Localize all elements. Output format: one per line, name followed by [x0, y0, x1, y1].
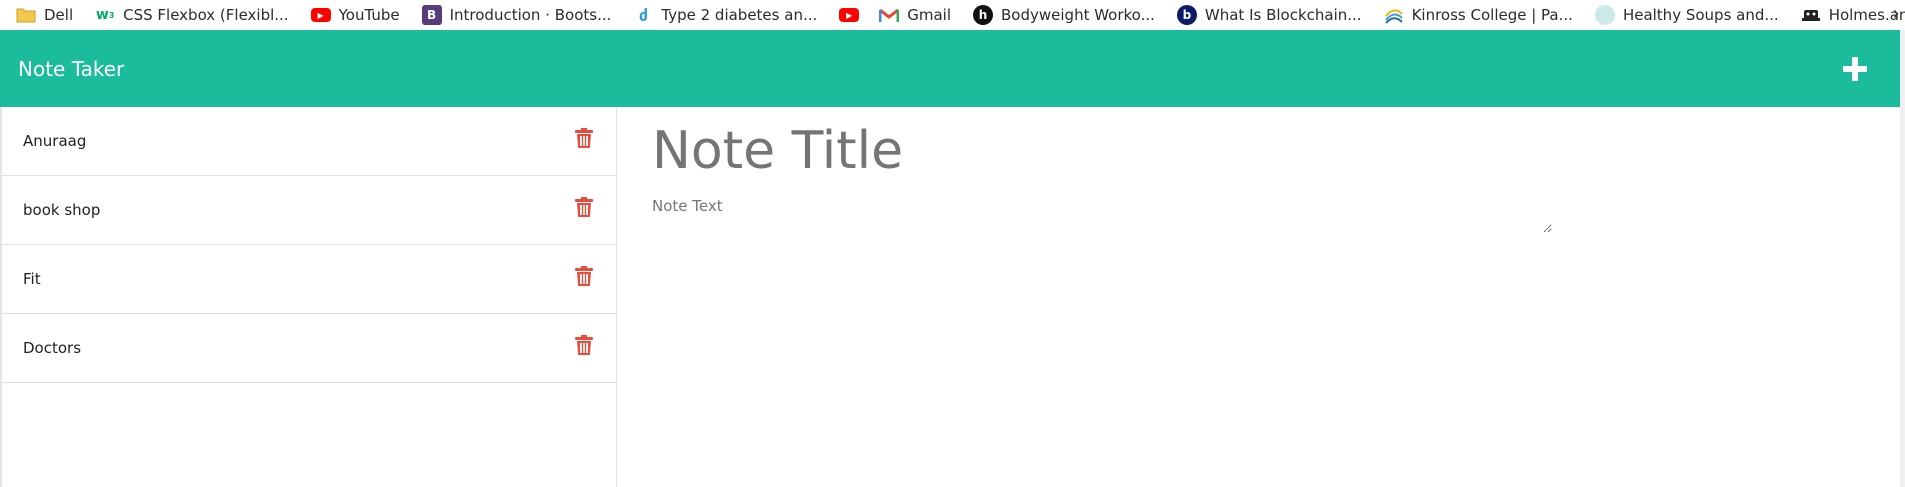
navbar: Note Taker [0, 30, 1900, 107]
list-item[interactable]: Doctors [2, 314, 616, 383]
kinross-icon [1384, 5, 1404, 25]
bookmark-blockchain[interactable]: b What Is Blockchain... [1176, 4, 1362, 26]
note-text-input[interactable] [652, 197, 1552, 233]
trash-icon [575, 335, 593, 355]
trash-icon [575, 197, 593, 217]
soups-icon [1594, 5, 1615, 25]
note-title-label: book shop [23, 201, 101, 219]
chevron-right-icon[interactable]: › [1893, 3, 1899, 24]
delete-note-button[interactable] [574, 127, 594, 149]
bookmark-diabetes[interactable]: ძ Type 2 diabetes an... [633, 4, 817, 26]
bookmarks-bar: Dell w3 CSS Flexbox (Flexibl... ▶ YouTub… [0, 0, 1905, 30]
delete-note-button[interactable] [574, 334, 594, 356]
holmes-icon [1801, 5, 1821, 25]
delete-note-button[interactable] [574, 196, 594, 218]
bookmark-bootstrap[interactable]: B Introduction · Boots... [421, 4, 611, 26]
new-note-button[interactable] [1838, 52, 1872, 86]
youtube-icon: ▶ [310, 8, 331, 22]
youtube-icon: ▶ [839, 8, 860, 22]
bookmark-bodyweight[interactable]: h Bodyweight Worko... [973, 4, 1155, 26]
bookmark-youtube[interactable]: ▶ YouTube [310, 4, 400, 26]
note-title-input[interactable] [652, 119, 1552, 183]
folder-icon [16, 5, 36, 25]
gmail-icon [879, 5, 900, 25]
note-title-label: Anuraag [23, 132, 87, 150]
diabetes-icon: ძ [638, 5, 648, 25]
note-editor [652, 107, 1852, 487]
list-item[interactable]: Fit [2, 245, 616, 314]
bootstrap-icon: B [421, 5, 442, 25]
bookmark-kinross[interactable]: Kinross College | Pa... [1384, 4, 1573, 26]
plus-icon [1843, 57, 1867, 81]
bookmark-dell[interactable]: Dell [16, 4, 73, 26]
app-title[interactable]: Note Taker [18, 57, 124, 81]
note-list: Anuraag book shop Fit Doctors [0, 107, 617, 487]
bodyweight-icon: h [973, 5, 994, 25]
trash-icon [575, 128, 593, 148]
note-title-label: Fit [23, 270, 41, 288]
blockchain-icon: b [1176, 5, 1197, 25]
list-item[interactable]: book shop [2, 176, 616, 245]
w3schools-icon: w3 [95, 7, 115, 23]
bookmark-holmes-watson[interactable]: Holmes.and.Watson.... [1801, 4, 1905, 26]
bookmark-youtube-2[interactable]: ▶ [839, 4, 867, 26]
bookmark-gmail[interactable]: Gmail [879, 4, 951, 26]
bookmark-healthy-soups[interactable]: Healthy Soups and... [1594, 4, 1779, 26]
bookmark-css-flexbox[interactable]: w3 CSS Flexbox (Flexibl... [95, 4, 289, 26]
list-item[interactable]: Anuraag [2, 107, 616, 176]
trash-icon [575, 266, 593, 286]
scroll-edge [1900, 30, 1905, 487]
delete-note-button[interactable] [574, 265, 594, 287]
note-title-label: Doctors [23, 339, 82, 357]
